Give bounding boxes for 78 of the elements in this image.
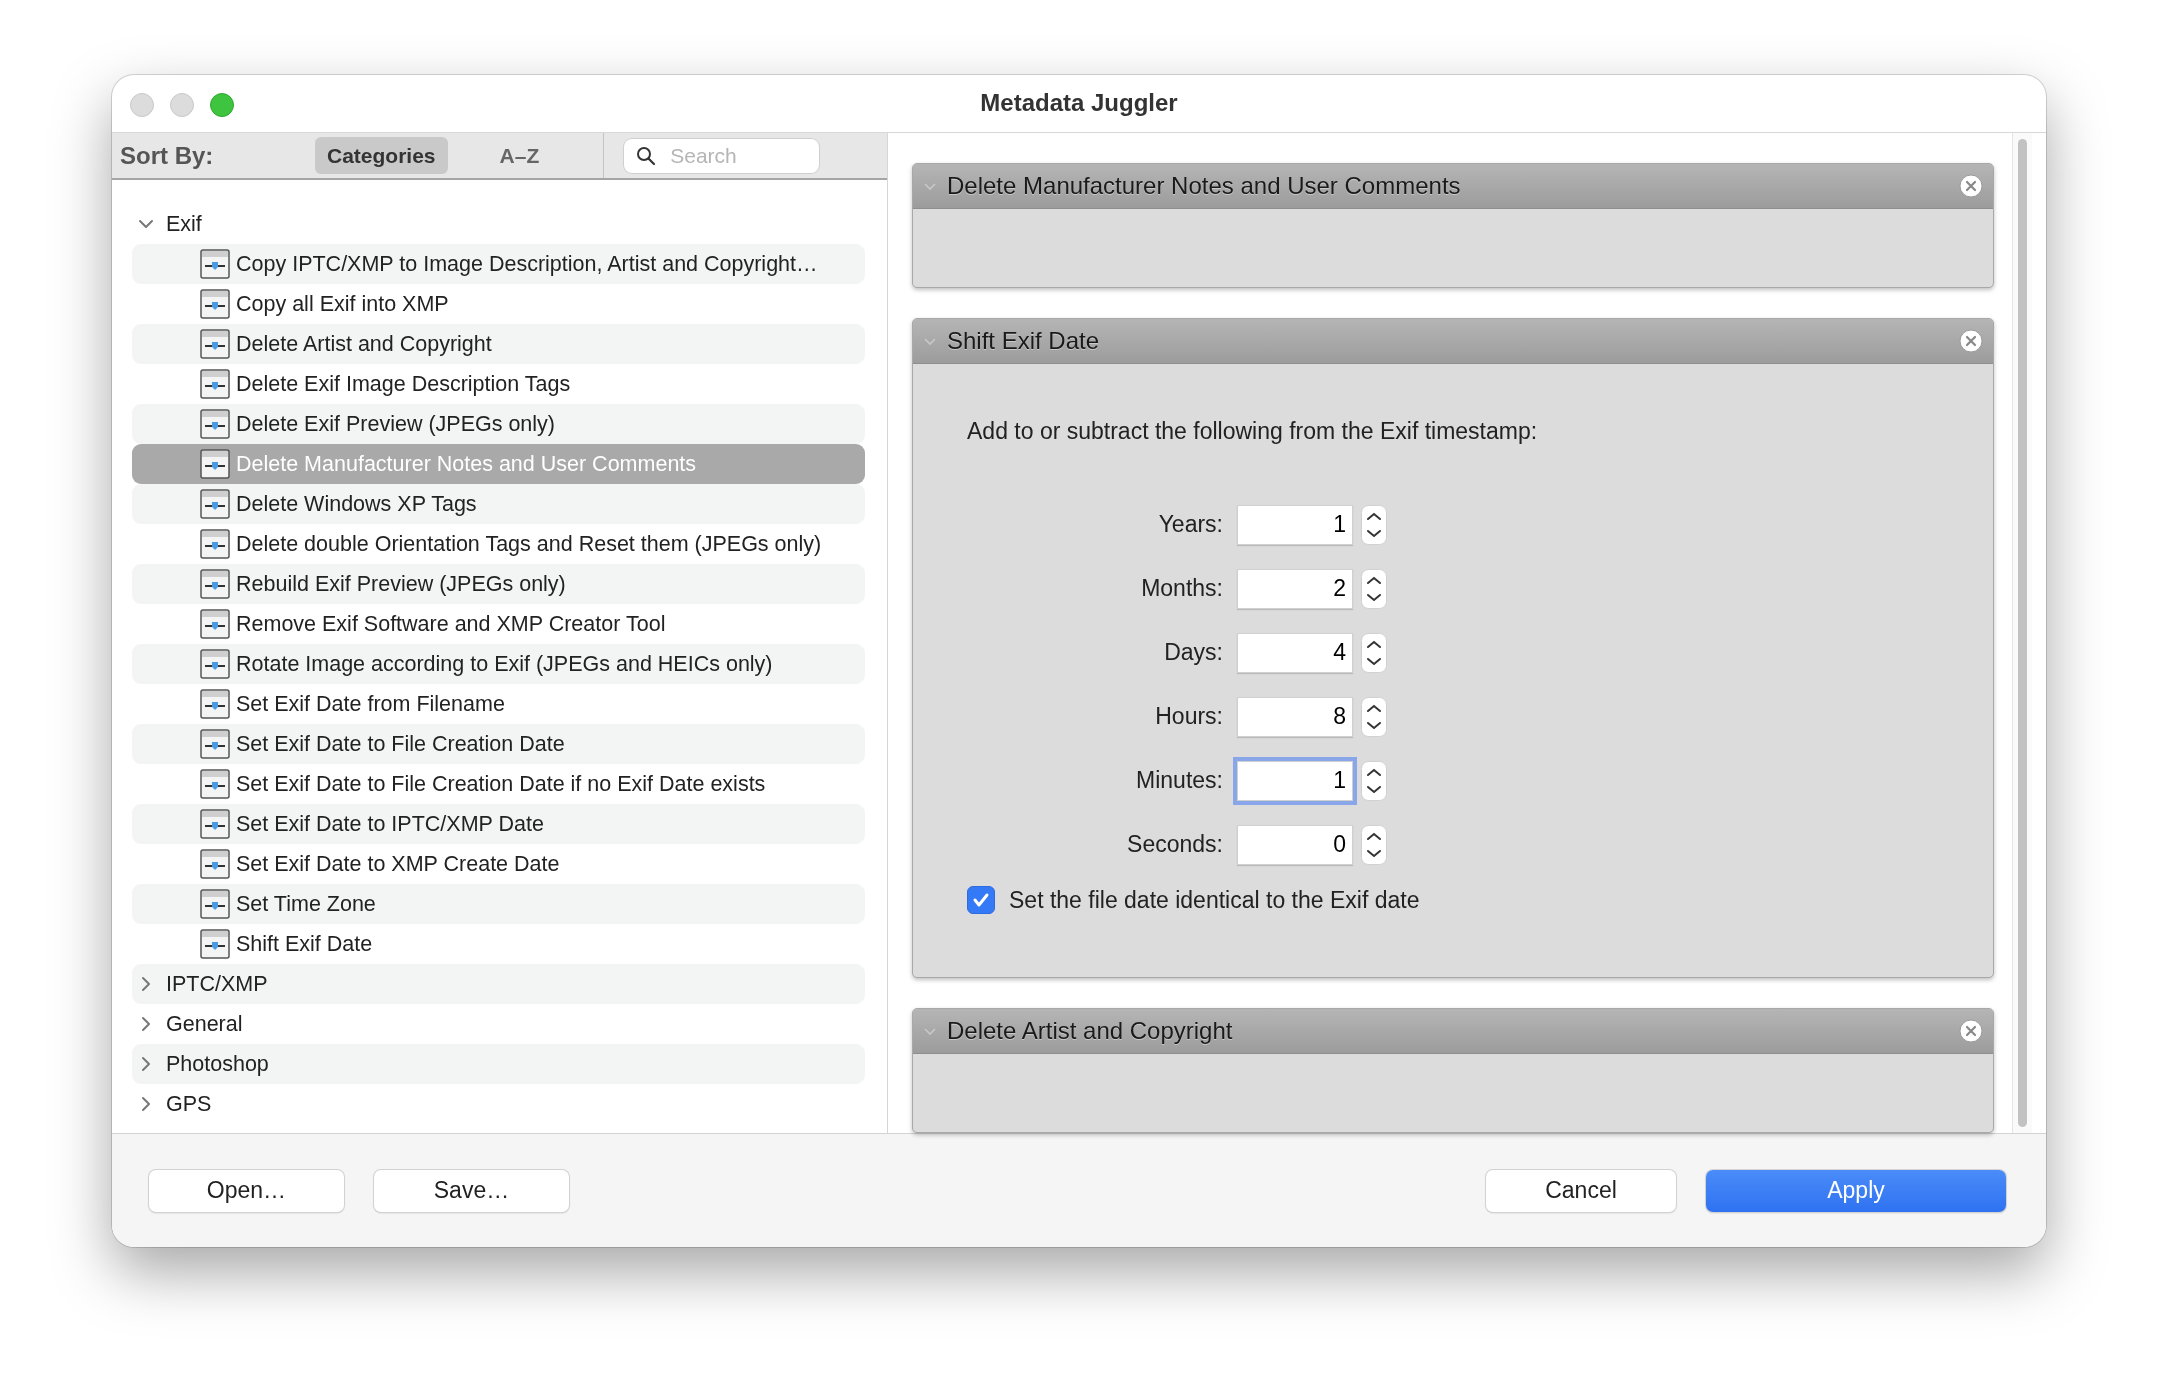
- action-item[interactable]: Remove Exif Software and XMP Creator Tool: [132, 604, 865, 644]
- slider-window-icon: [200, 889, 230, 919]
- field-label: Months:: [1140, 574, 1224, 604]
- panel-title: Shift Exif Date: [947, 326, 1101, 356]
- checkbox-label: Set the file date identical to the Exif date: [1009, 885, 1420, 915]
- sort-option[interactable]: Categories: [315, 136, 448, 175]
- push-button[interactable]: Open…: [149, 1169, 344, 1212]
- action-item[interactable]: Delete Windows XP Tags: [132, 484, 865, 524]
- action-item[interactable]: Set Exif Date from Filename: [132, 684, 865, 724]
- action-item[interactable]: Set Exif Date to File Creation Date: [132, 724, 865, 764]
- category-item[interactable]: General: [132, 1004, 865, 1044]
- stepper[interactable]: [1361, 568, 1387, 609]
- stepper[interactable]: [1361, 824, 1387, 865]
- slider-window-icon: [200, 609, 230, 639]
- cancel-button[interactable]: Cancel: [1486, 1169, 1676, 1212]
- window-title: Metadata Juggler: [980, 89, 1178, 118]
- push-button[interactable]: Save…: [374, 1169, 569, 1212]
- action-item[interactable]: Set Time Zone: [132, 884, 865, 924]
- slider-window-icon: [200, 569, 230, 599]
- zoom-button[interactable]: [210, 93, 234, 117]
- field-label: Minutes:: [1135, 766, 1224, 796]
- number-field[interactable]: 0: [1237, 824, 1353, 865]
- action-item[interactable]: Copy all Exif into XMP: [132, 284, 865, 324]
- slider-window-icon: [200, 729, 230, 759]
- field-label: Years:: [1157, 510, 1224, 540]
- sort-label: Sort By:: [120, 140, 215, 171]
- stepper[interactable]: [1361, 760, 1387, 801]
- action-item[interactable]: Set Exif Date to IPTC/XMP Date: [132, 804, 865, 844]
- close-icon[interactable]: [1959, 1019, 1983, 1043]
- category-item[interactable]: IPTC/XMP: [132, 964, 865, 1004]
- slider-window-icon: [200, 689, 230, 719]
- slider-window-icon: [200, 249, 230, 279]
- stepper[interactable]: [1361, 632, 1387, 673]
- number-field[interactable]: 8: [1237, 696, 1353, 737]
- action-item[interactable]: Set Exif Date to XMP Create Date: [132, 844, 865, 884]
- action-item[interactable]: Delete Exif Image Description Tags: [132, 364, 865, 404]
- stepper[interactable]: [1361, 696, 1387, 737]
- action-item[interactable]: Delete Artist and Copyright: [132, 324, 865, 364]
- stepper[interactable]: [1361, 504, 1387, 545]
- scrollbar[interactable]: [2012, 133, 2032, 1133]
- instruction-text: Add to or subtract the following from the Exif timestamp:: [967, 417, 1539, 446]
- slider-window-icon: [200, 449, 230, 479]
- apply-button[interactable]: Apply: [1706, 1169, 2006, 1212]
- action-item[interactable]: Rebuild Exif Preview (JPEGs only): [132, 564, 865, 604]
- panel-title: Delete Artist and Copyright: [947, 1016, 1234, 1046]
- action-item[interactable]: Delete Exif Preview (JPEGs only): [132, 404, 865, 444]
- number-field[interactable]: 1: [1237, 504, 1353, 545]
- action-item[interactable]: Shift Exif Date: [132, 924, 865, 964]
- field-label: Seconds:: [1126, 830, 1224, 860]
- slider-window-icon: [200, 849, 230, 879]
- action-item[interactable]: Set Exif Date to File Creation Date if no Exif Date exists: [132, 764, 865, 804]
- action-item[interactable]: Delete double Orientation Tags and Reset them (JPEGs only): [132, 524, 865, 564]
- sort-option[interactable]: A–Z: [487, 136, 552, 175]
- category-item[interactable]: Photoshop: [132, 1044, 865, 1084]
- slider-window-icon: [200, 329, 230, 359]
- field-label: Days:: [1163, 638, 1224, 668]
- slider-window-icon: [200, 809, 230, 839]
- number-field[interactable]: 1: [1237, 760, 1353, 801]
- search-field[interactable]: Search: [624, 138, 820, 173]
- category-item[interactable]: GPS: [132, 1084, 865, 1124]
- close-icon[interactable]: [1959, 329, 1983, 353]
- panel-title: Delete Manufacturer Notes and User Comments: [947, 171, 1462, 201]
- field-label: Hours:: [1154, 702, 1224, 732]
- close-icon[interactable]: [1959, 174, 1983, 198]
- slider-window-icon: [200, 529, 230, 559]
- slider-window-icon: [200, 369, 230, 399]
- slider-window-icon: [200, 409, 230, 439]
- slider-window-icon: [200, 489, 230, 519]
- action-item[interactable]: Rotate Image according to Exif (JPEGs and HEICs only): [132, 644, 865, 684]
- category-item[interactable]: Exif: [132, 204, 865, 244]
- number-field[interactable]: 4: [1237, 632, 1353, 673]
- checkbox[interactable]: [967, 885, 995, 914]
- slider-window-icon: [200, 929, 230, 959]
- slider-window-icon: [200, 769, 230, 799]
- number-field[interactable]: 2: [1237, 568, 1353, 609]
- action-item[interactable]: Copy IPTC/XMP to Image Description, Artist and Copyright…: [132, 244, 865, 284]
- slider-window-icon: [200, 289, 230, 319]
- slider-window-icon: [200, 649, 230, 679]
